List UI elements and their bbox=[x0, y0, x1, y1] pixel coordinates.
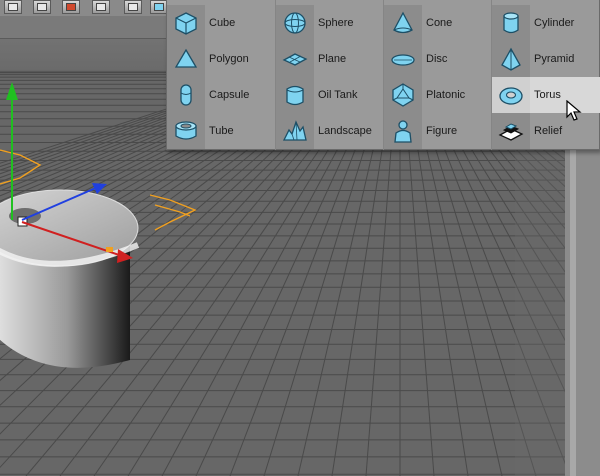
toolbar bbox=[0, 0, 175, 17]
menu-item-figure[interactable]: Figure bbox=[384, 113, 492, 149]
side-panel-shadow bbox=[515, 150, 565, 476]
disc-icon bbox=[384, 41, 422, 77]
menu-item-label: Disc bbox=[426, 53, 448, 65]
torus-icon bbox=[492, 77, 530, 113]
menu-item-platonic[interactable]: Platonic bbox=[384, 77, 492, 113]
menu-item-label: Pyramid bbox=[534, 53, 575, 65]
tube-icon bbox=[167, 113, 205, 149]
polygon-icon bbox=[167, 41, 205, 77]
menu-item-disc[interactable]: Disc bbox=[384, 41, 492, 77]
menu-item-tube[interactable]: Tube bbox=[167, 113, 275, 149]
relief-icon bbox=[492, 113, 530, 149]
render-settings-button[interactable] bbox=[62, 0, 80, 14]
cylinder-icon bbox=[492, 5, 530, 41]
menu-item-cylinder[interactable]: Cylinder bbox=[492, 5, 600, 41]
menu-item-cube[interactable]: Cube bbox=[167, 5, 275, 41]
capsule-icon bbox=[167, 77, 205, 113]
cone-icon bbox=[384, 5, 422, 41]
menu-item-cone[interactable]: Cone bbox=[384, 5, 492, 41]
mouse-pointer-icon bbox=[566, 99, 582, 127]
landscape-icon bbox=[276, 113, 314, 149]
tube-object bbox=[0, 189, 140, 368]
clapperboard-button[interactable] bbox=[92, 0, 110, 14]
menu-item-label: Tube bbox=[209, 125, 234, 137]
menu-item-label: Capsule bbox=[209, 89, 250, 101]
undo-view-button[interactable] bbox=[124, 0, 142, 14]
menu-item-label: Oil Tank bbox=[318, 89, 358, 101]
plane-icon bbox=[276, 41, 314, 77]
menu-item-capsule[interactable]: Capsule bbox=[167, 77, 275, 113]
menu-item-label: Plane bbox=[318, 53, 347, 65]
menu-item-torus[interactable]: Torus bbox=[492, 77, 600, 113]
menu-item-oil-tank[interactable]: Oil Tank bbox=[276, 77, 384, 113]
platonic-icon bbox=[384, 77, 422, 113]
figure-icon bbox=[384, 113, 422, 149]
menu-item-polygon[interactable]: Polygon bbox=[167, 41, 275, 77]
render-view-button[interactable] bbox=[4, 0, 22, 14]
menu-item-pyramid[interactable]: Pyramid bbox=[492, 41, 600, 77]
menu-item-landscape[interactable]: Landscape bbox=[276, 113, 384, 149]
menu-item-plane[interactable]: Plane bbox=[276, 41, 384, 77]
pyramid-icon bbox=[492, 41, 530, 77]
menu-item-label: Landscape bbox=[318, 125, 372, 137]
primitive-objects-menu: Cube Sphere Cone Cylinder Polygon Plane bbox=[166, 0, 600, 150]
menu-item-label: Figure bbox=[426, 125, 458, 137]
menu-item-label: Cylinder bbox=[534, 17, 575, 29]
render-picture-button[interactable] bbox=[33, 0, 51, 14]
menu-item-label: Relief bbox=[534, 125, 563, 137]
menu-item-sphere[interactable]: Sphere bbox=[276, 5, 384, 41]
menu-item-label: Sphere bbox=[318, 17, 354, 29]
oil-tank-icon bbox=[276, 77, 314, 113]
menu-item-label: Cube bbox=[209, 17, 236, 29]
sphere-icon bbox=[276, 5, 314, 41]
viewport-menu-bar bbox=[0, 16, 175, 39]
cube-icon bbox=[167, 5, 205, 41]
menu-item-relief[interactable]: Relief bbox=[492, 113, 600, 149]
menu-item-label: Cone bbox=[426, 17, 453, 29]
menu-item-label: Platonic bbox=[426, 89, 466, 101]
menu-item-label: Torus bbox=[534, 89, 561, 101]
menu-item-label: Polygon bbox=[209, 53, 249, 65]
